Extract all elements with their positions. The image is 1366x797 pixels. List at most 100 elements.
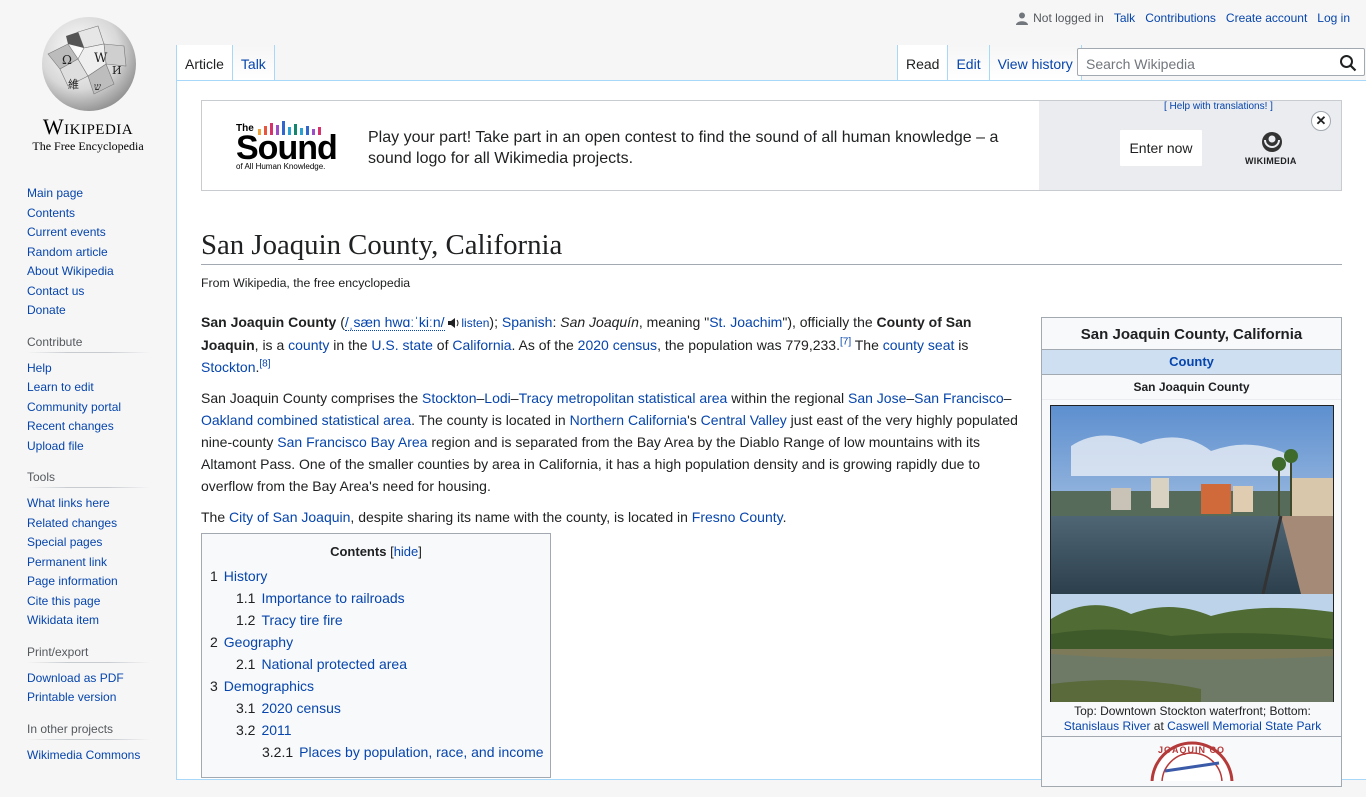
toc-link[interactable]: 1 History — [210, 568, 267, 584]
wikipedia-globe-icon: W Ω И 維 ש — [42, 17, 136, 111]
sidebar-item-related-changes[interactable]: Related changes — [27, 516, 117, 530]
toc-link[interactable]: 3.2 2011 — [236, 722, 292, 738]
help-translations-link[interactable]: [ Help with translations! ] — [1164, 101, 1273, 112]
lodi-link[interactable]: Lodi — [484, 390, 510, 406]
toc-link[interactable]: 1.2 Tracy tire fire — [236, 612, 343, 628]
toc-link[interactable]: 1.1 Importance to railroads — [236, 590, 405, 606]
infobox-seal[interactable]: JOAQUIN CO — [1042, 736, 1341, 797]
toc-link[interactable]: 3 Demographics — [210, 678, 314, 694]
us-state-link[interactable]: U.S. state — [371, 337, 432, 353]
sidebar-item: Contact us — [27, 282, 176, 302]
toc-link[interactable]: 3.1 2020 census — [236, 700, 341, 716]
sidebar-item-permanent-link[interactable]: Permanent link — [27, 555, 107, 569]
close-icon[interactable]: ✕ — [1311, 111, 1331, 131]
oakland-csa-link[interactable]: Oakland combined statistical area — [201, 412, 411, 428]
county-link[interactable]: county — [288, 337, 329, 353]
san-jose-link[interactable]: San Jose — [848, 390, 906, 406]
central-valley-link[interactable]: Central Valley — [701, 412, 787, 428]
stanislaus-river-link[interactable]: Stanislaus River — [1064, 719, 1151, 733]
california-link[interactable]: California — [452, 337, 511, 353]
toc-item[interactable]: 2.1 National protected area — [202, 653, 550, 675]
toc-link[interactable]: 2.1 National protected area — [236, 656, 407, 672]
ref-8[interactable]: [8] — [259, 359, 270, 370]
toc-item[interactable]: 1.2 Tracy tire fire — [202, 609, 550, 631]
caption-at: at — [1150, 719, 1168, 733]
stockton-link[interactable]: Stockton — [201, 359, 255, 375]
caswell-park-link[interactable]: Caswell Memorial State Park — [1167, 719, 1321, 733]
sidebar-item-upload-file[interactable]: Upload file — [27, 439, 84, 453]
talk-link[interactable]: Talk — [1114, 11, 1135, 25]
sidebar-item-wikidata-item[interactable]: Wikidata item — [27, 613, 99, 627]
logo-wordmark: Wikipedia — [42, 114, 134, 139]
sidebar-item-cite-this-page[interactable]: Cite this page — [27, 594, 100, 608]
census-link[interactable]: 2020 census — [578, 337, 657, 353]
login-link[interactable]: Log in — [1317, 11, 1350, 25]
toc-link[interactable]: 3.2.1 Places by population, race, and inc… — [262, 744, 544, 760]
sidebar-item-help[interactable]: Help — [27, 361, 52, 375]
toc-item[interactable]: 3.1 2020 census — [202, 697, 550, 719]
contributions-link[interactable]: Contributions — [1145, 11, 1216, 25]
bay-area-link[interactable]: San Francisco Bay Area — [277, 434, 427, 450]
toc-hide-link[interactable]: hide — [394, 544, 419, 559]
ref-7[interactable]: [7] — [840, 337, 851, 348]
wikipedia-logo[interactable]: W Ω И 維 ש Wikipedia The Free Encyclopedi… — [0, 0, 176, 160]
northern-california-link[interactable]: Northern California — [570, 412, 688, 428]
tab-edit[interactable]: Edit — [947, 45, 989, 80]
sidebar-item: Main page — [27, 184, 176, 204]
city-of-san-joaquin-link[interactable]: City of San Joaquin — [229, 509, 350, 525]
sidebar-item-random-article[interactable]: Random article — [27, 245, 108, 259]
search-input[interactable] — [1084, 53, 1328, 75]
toc-item[interactable]: 3.2 2011 — [202, 719, 550, 741]
speaker-icon[interactable] — [448, 318, 461, 328]
not-logged-in-label: Not logged in — [1033, 11, 1104, 25]
sidebar-item-about-wikipedia[interactable]: About Wikipedia — [27, 264, 114, 278]
namespace-tabs: Article Talk — [176, 45, 275, 80]
tab-read[interactable]: Read — [897, 45, 948, 80]
sidebar-item-printable-version[interactable]: Printable version — [27, 690, 116, 704]
sidebar-item-recent-changes[interactable]: Recent changes — [27, 419, 114, 433]
toc-number: 3.1 — [236, 700, 256, 716]
infobox-image[interactable] — [1050, 405, 1334, 702]
stockton-link-2[interactable]: Stockton — [422, 390, 476, 406]
sidebar-item: Special pages — [27, 533, 176, 553]
spanish-link[interactable]: Spanish — [502, 314, 553, 330]
tab-view-history[interactable]: View history — [988, 45, 1082, 80]
sidebar-item-current-events[interactable]: Current events — [27, 225, 106, 239]
san-francisco-link[interactable]: San Francisco — [914, 390, 1003, 406]
tab-talk[interactable]: Talk — [231, 45, 275, 80]
enter-now-button[interactable]: Enter now — [1119, 129, 1203, 167]
sidebar-item-community-portal[interactable]: Community portal — [27, 400, 121, 414]
tracy-msa-link[interactable]: Tracy metropolitan statistical area — [519, 390, 728, 406]
toc-item[interactable]: 1 History — [202, 565, 550, 587]
sidebar-item-special-pages[interactable]: Special pages — [27, 535, 102, 549]
search-icon[interactable] — [1339, 54, 1357, 72]
ipa-link[interactable]: /ˌsæn hwɑːˈkiːn/ — [344, 314, 445, 331]
sidebar-item-contact-us[interactable]: Contact us — [27, 284, 84, 298]
stanislaus-river-image — [1051, 594, 1333, 702]
sidebar-item-donate[interactable]: Donate — [27, 303, 66, 317]
toc-item[interactable]: 2 Geography — [202, 631, 550, 653]
infobox-type-link[interactable]: County — [1169, 354, 1214, 369]
tab-edit-label: Edit — [956, 56, 981, 72]
infobox: San Joaquin County, California County Sa… — [1041, 317, 1342, 787]
sidebar-item-what-links-here[interactable]: What links here — [27, 496, 110, 510]
toc-item[interactable]: 3.2.1 Places by population, race, and inc… — [202, 741, 550, 763]
listen-link[interactable]: listen — [461, 316, 489, 330]
fresno-county-link[interactable]: Fresno County — [692, 509, 783, 525]
create-account-link[interactable]: Create account — [1226, 11, 1307, 25]
tab-article[interactable]: Article — [176, 45, 232, 80]
sidebar-item: About Wikipedia — [27, 262, 176, 282]
sidebar-item-download-as-pdf[interactable]: Download as PDF — [27, 671, 124, 685]
toc-link[interactable]: 2 Geography — [210, 634, 293, 650]
sidebar-heading-print: Print/export — [27, 644, 150, 663]
sidebar-item-main-page[interactable]: Main page — [27, 186, 83, 200]
toc-item[interactable]: 3 Demographics — [202, 675, 550, 697]
sidebar-item-page-information[interactable]: Page information — [27, 574, 118, 588]
sidebar-item-wikimedia-commons[interactable]: Wikimedia Commons — [27, 748, 140, 762]
sidebar-item-contents[interactable]: Contents — [27, 206, 75, 220]
county-seat-link[interactable]: county seat — [883, 337, 955, 353]
toc-item[interactable]: 1.1 Importance to railroads — [202, 587, 550, 609]
infobox-type[interactable]: County — [1042, 350, 1341, 375]
st-joachim-link[interactable]: St. Joachim — [709, 314, 782, 330]
sidebar-item-learn-to-edit[interactable]: Learn to edit — [27, 380, 94, 394]
